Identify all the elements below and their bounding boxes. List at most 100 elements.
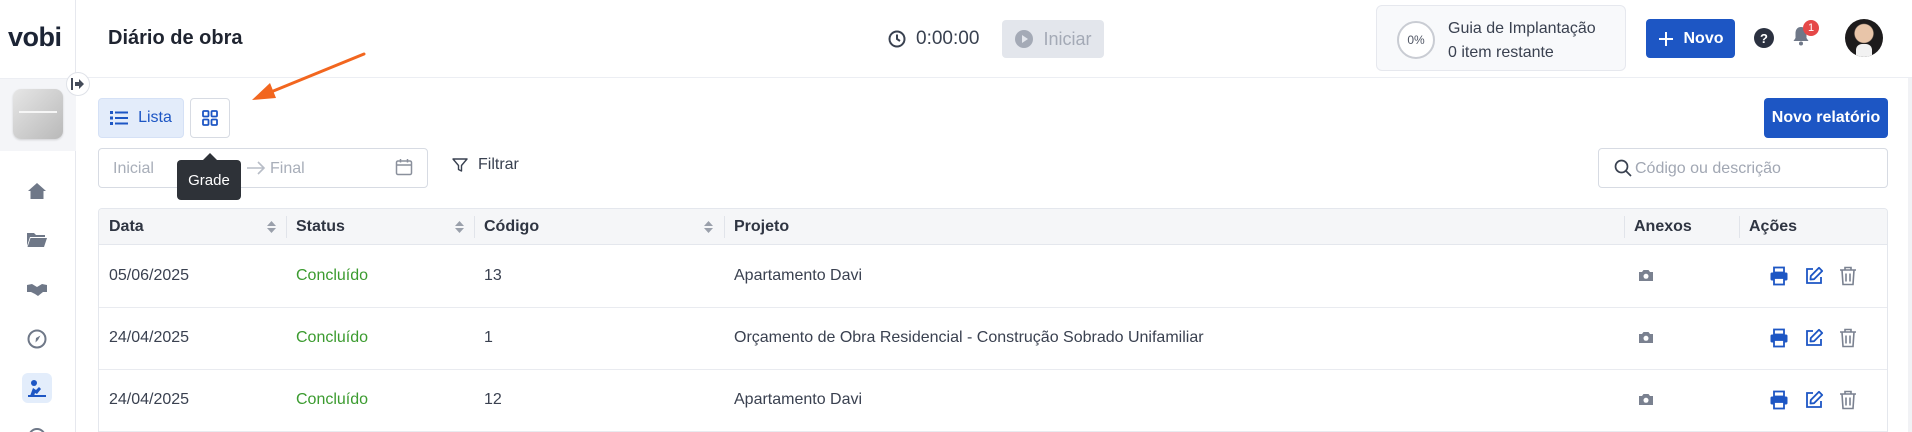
notification-badge: 1 — [1803, 20, 1819, 36]
column-label: Código — [484, 218, 540, 235]
compass-icon — [27, 329, 47, 349]
table-header: Data Status Código Projeto Anexos Ações — [99, 209, 1887, 245]
cell-date: 24/04/2025 — [109, 329, 190, 346]
column-label: Status — [296, 218, 345, 235]
guide-progress-ring: 0% — [1397, 21, 1435, 59]
cell-status: Concluído — [296, 267, 369, 284]
cell-status: Concluído — [296, 329, 369, 346]
new-report-button[interactable]: Novo relatório — [1764, 98, 1888, 138]
sidebar-item-more[interactable] — [22, 422, 52, 432]
sort-icon[interactable] — [267, 221, 276, 233]
date-range-picker[interactable]: Inicial Final — [98, 148, 428, 188]
column-header-actions: Ações — [1739, 209, 1887, 245]
edit-icon[interactable] — [1804, 266, 1824, 286]
guide-remaining: 0 item restante — [1448, 44, 1554, 61]
sidebar-item-site-diary[interactable] — [22, 373, 52, 403]
handshake-icon — [27, 284, 47, 296]
sidebar-item-home[interactable] — [22, 176, 52, 206]
new-button-label: Novo — [1683, 29, 1724, 47]
column-header-code[interactable]: Código — [474, 209, 724, 245]
table-row[interactable]: 24/04/2025 Concluído 12 Apartamento Davi — [99, 370, 1887, 432]
user-avatar[interactable] — [1845, 19, 1883, 57]
edit-icon[interactable] — [1804, 390, 1824, 410]
cell-status: Concluído — [296, 391, 369, 408]
column-header-project: Projeto — [724, 209, 1624, 245]
filter-label: Filtrar — [478, 156, 519, 173]
clock-icon — [888, 30, 906, 48]
date-end-field[interactable]: Final — [270, 160, 305, 178]
play-circle-icon — [1015, 30, 1034, 48]
plus-icon — [1658, 31, 1673, 46]
table-row[interactable]: 05/06/2025 Concluído 13 Apartamento Davi — [99, 246, 1887, 308]
arrow-right-to-line-icon — [71, 78, 84, 90]
page-scrollbar[interactable] — [1908, 78, 1912, 432]
sort-icon[interactable] — [704, 221, 713, 233]
grid-view-button[interactable] — [190, 98, 230, 138]
column-header-date[interactable]: Data — [99, 209, 286, 245]
worker-icon — [28, 380, 46, 397]
start-timer-label: Iniciar — [1043, 28, 1092, 49]
printer-icon[interactable] — [1769, 266, 1789, 286]
cell-code: 12 — [484, 391, 502, 408]
arrow-right-icon — [247, 161, 266, 175]
column-header-attachments: Anexos — [1624, 209, 1739, 245]
date-start-field[interactable]: Inicial — [113, 160, 154, 178]
folder-icon — [27, 233, 47, 247]
sort-icon[interactable] — [455, 221, 464, 233]
view-toggle: Lista — [98, 98, 230, 138]
cell-project: Apartamento Davi — [734, 391, 863, 408]
edit-icon[interactable] — [1804, 328, 1824, 348]
company-selector[interactable] — [0, 79, 76, 151]
search-input[interactable] — [1635, 157, 1880, 181]
column-label: Data — [109, 218, 144, 235]
trash-icon[interactable] — [1839, 328, 1857, 348]
company-logo-image — [13, 89, 63, 139]
camera-icon[interactable] — [1638, 330, 1654, 344]
reports-table: Data Status Código Projeto Anexos Ações … — [98, 208, 1888, 432]
app-root: vobi Diário de obra 0:00:00 Iniciar 0% G… — [0, 0, 1912, 432]
search-icon — [1614, 159, 1632, 177]
printer-icon[interactable] — [1769, 328, 1789, 348]
annotation-arrow-icon — [252, 52, 366, 100]
implementation-guide-card[interactable]: 0% Guia de Implantação 0 item restante — [1376, 5, 1626, 71]
list-view-button[interactable]: Lista — [98, 98, 184, 138]
cell-project: Orçamento de Obra Residencial - Construç… — [734, 329, 1204, 346]
new-button[interactable]: Novo — [1646, 19, 1735, 58]
timer-value: 0:00:00 — [916, 28, 980, 49]
cell-date: 24/04/2025 — [109, 391, 190, 408]
printer-icon[interactable] — [1769, 390, 1789, 410]
sidebar-item-projects[interactable] — [22, 224, 52, 254]
filter-button[interactable]: Filtrar — [452, 156, 519, 174]
search-box — [1598, 148, 1888, 188]
home-icon — [28, 183, 46, 199]
cell-code: 13 — [484, 267, 502, 284]
column-label: Anexos — [1634, 218, 1692, 235]
grid-icon — [202, 110, 218, 126]
grid-view-tooltip: Grade — [177, 153, 241, 200]
page-title: Diário de obra — [108, 27, 243, 49]
work-timer: 0:00:00 — [888, 28, 979, 50]
filter-icon — [452, 158, 468, 172]
list-view-label: Lista — [138, 109, 172, 126]
column-header-status[interactable]: Status — [286, 209, 474, 245]
trash-icon[interactable] — [1839, 390, 1857, 410]
table-row[interactable]: 24/04/2025 Concluído 1 Orçamento de Obra… — [99, 308, 1887, 370]
help-icon[interactable]: ? — [1754, 28, 1774, 48]
vobi-logo[interactable]: vobi — [8, 22, 62, 53]
camera-icon[interactable] — [1638, 392, 1654, 406]
camera-icon[interactable] — [1638, 268, 1654, 282]
circle-icon — [29, 428, 45, 432]
start-timer-button[interactable]: Iniciar — [1002, 20, 1104, 58]
column-label: Ações — [1749, 218, 1798, 235]
cell-project: Apartamento Davi — [734, 267, 863, 284]
column-label: Projeto — [734, 218, 790, 235]
cell-code: 1 — [484, 329, 493, 346]
calendar-icon — [395, 159, 413, 176]
list-icon — [110, 111, 129, 125]
sidebar-item-suppliers[interactable] — [22, 274, 52, 304]
sidebar-collapse-button[interactable] — [66, 72, 90, 96]
sidebar: vobi — [0, 0, 76, 432]
trash-icon[interactable] — [1839, 266, 1857, 286]
cell-date: 05/06/2025 — [109, 267, 190, 284]
sidebar-item-dashboard[interactable] — [22, 324, 52, 354]
